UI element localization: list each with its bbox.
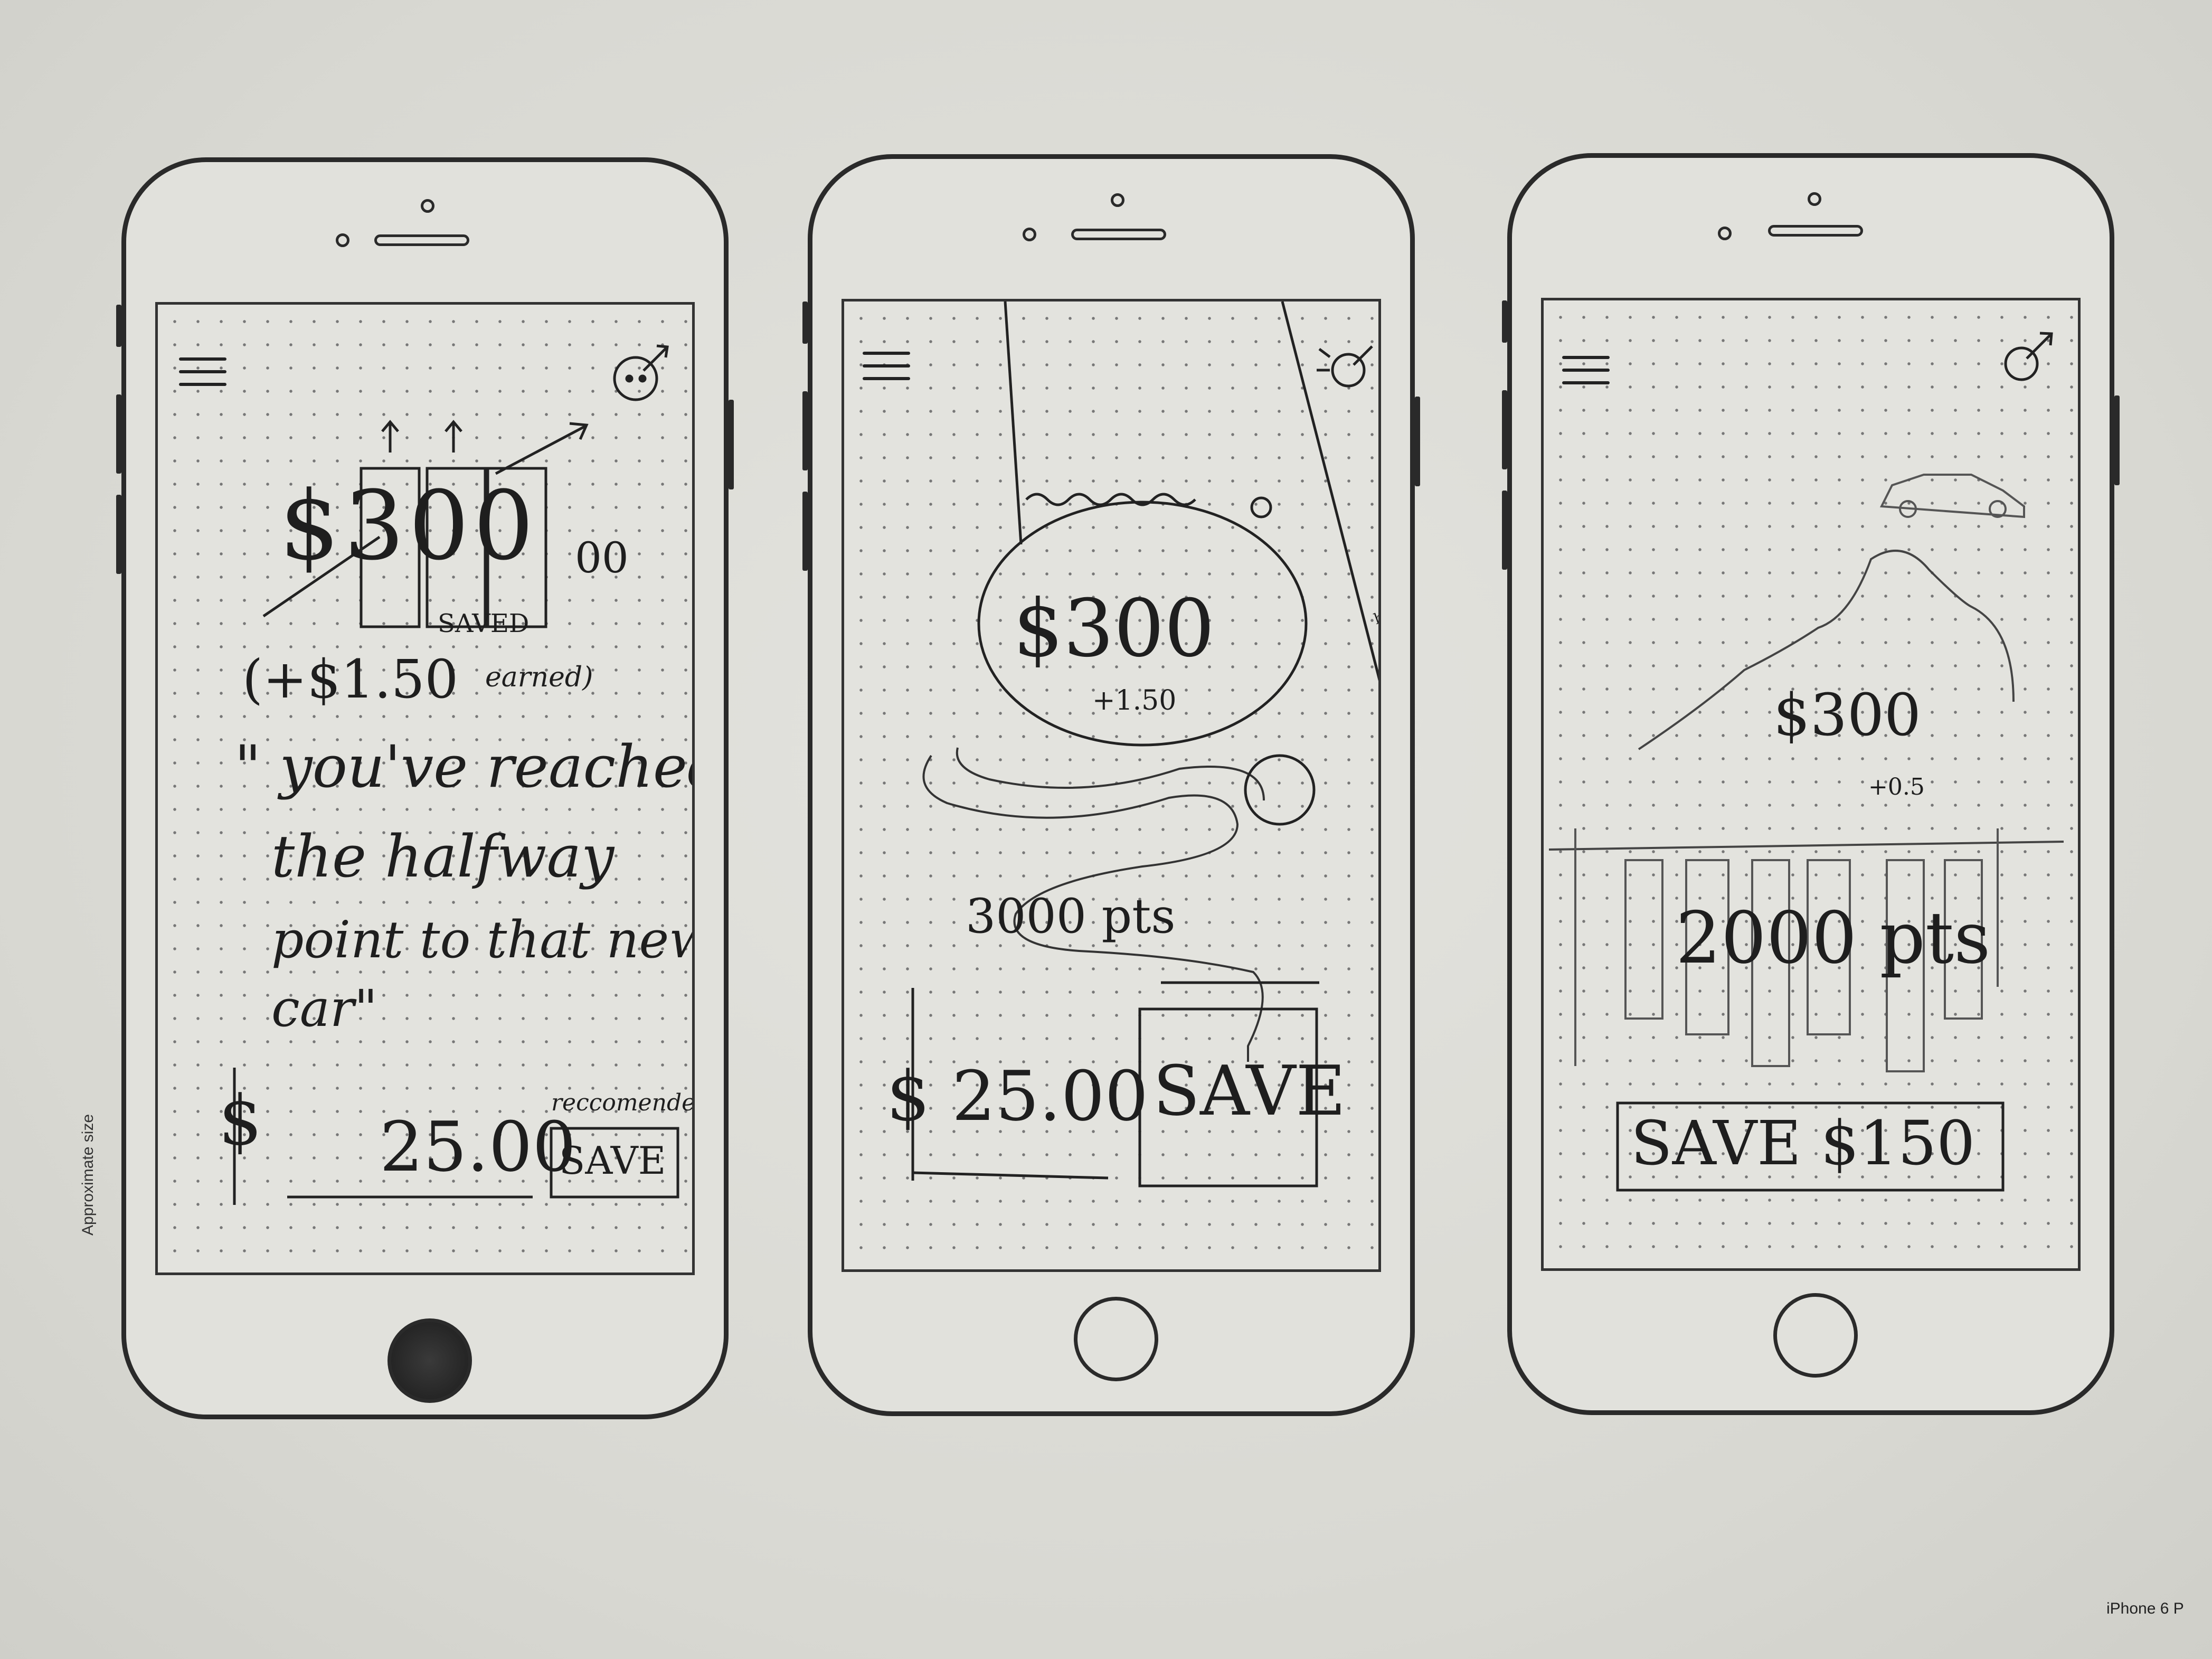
volume-down-button	[1502, 491, 1507, 570]
mute-switch	[1502, 300, 1507, 343]
rocket-icon	[2004, 332, 2053, 381]
save-button[interactable]: SAVE	[1153, 1057, 1346, 1125]
mute-switch	[802, 301, 808, 344]
home-button[interactable]	[1074, 1297, 1158, 1381]
car-icon	[1879, 474, 2025, 519]
volume-up-button	[1502, 390, 1507, 469]
approximate-size-caption: Approximate size	[79, 1114, 97, 1236]
volume-down-button	[802, 492, 808, 571]
phone-1-screen: $300 00 SAVED (+$1.50 earned) " you've r…	[155, 302, 695, 1275]
rocket-icon	[1317, 345, 1373, 388]
volume-up-button	[802, 391, 808, 470]
message-line-3: point to that new	[271, 910, 695, 969]
sensor	[336, 233, 349, 247]
earned-amount: (+$1.50	[242, 648, 459, 710]
front-camera	[1111, 193, 1124, 207]
points-label: 3000 pts	[966, 889, 1176, 944]
front-camera	[421, 199, 434, 213]
power-button	[729, 400, 734, 489]
sensor	[1718, 227, 1732, 240]
sensor	[1023, 228, 1036, 241]
savings-input[interactable]: 25.00	[380, 1113, 576, 1181]
phone-2-screen: $300 +1.50 3000 pts button cancle $ 25.0…	[842, 299, 1381, 1272]
saved-label: SAVED	[438, 609, 530, 638]
earpiece-speaker	[1071, 229, 1166, 240]
savings-amount-struck: $300	[279, 471, 538, 581]
phone-1-frame: $300 00 SAVED (+$1.50 earned) " you've r…	[116, 157, 734, 1419]
dollar-sign: $	[219, 1080, 262, 1161]
message-line-4: car"	[271, 979, 378, 1038]
earpiece-speaker	[374, 234, 469, 246]
volume-up-button	[116, 394, 121, 474]
savings-input[interactable]: $ 25.00	[886, 1062, 1148, 1130]
front-camera	[1808, 192, 1821, 206]
bonus-amount: +1.50	[1092, 685, 1177, 717]
volume-down-button	[116, 495, 121, 574]
bonus-amount: +0.5	[1868, 774, 1925, 800]
rocket-icon	[613, 344, 669, 401]
save-button[interactable]: SAVE $150	[1631, 1114, 1975, 1174]
home-button[interactable]	[1773, 1293, 1858, 1378]
amount-cents: 00	[575, 533, 629, 582]
save-button[interactable]: SAVE	[559, 1142, 666, 1180]
phone-3-screen: $300 +0.5 2000 pts SAVE $150	[1541, 298, 2081, 1271]
message-line-2: the halfway	[271, 823, 615, 890]
phone-2-frame: $300 +1.50 3000 pts button cancle $ 25.0…	[802, 154, 1420, 1416]
points-label: 2000 pts	[1676, 897, 1991, 979]
mute-switch	[116, 305, 121, 347]
earned-suffix: earned)	[485, 662, 593, 693]
fishbowl	[977, 301, 1308, 747]
phone-3-frame: $300 +0.5 2000 pts SAVE $150	[1502, 153, 2120, 1415]
power-button	[2114, 395, 2120, 485]
earpiece-speaker	[1768, 225, 1863, 237]
power-button	[1415, 397, 1420, 486]
recommended-label: reccomended	[551, 1089, 695, 1116]
savings-amount: $300	[1013, 583, 1215, 675]
home-button[interactable]	[387, 1318, 472, 1403]
device-caption: iPhone 6 P	[2106, 1600, 2184, 1617]
savings-amount: $300	[1773, 681, 1921, 749]
message-line-1: " you've reached	[234, 733, 695, 800]
